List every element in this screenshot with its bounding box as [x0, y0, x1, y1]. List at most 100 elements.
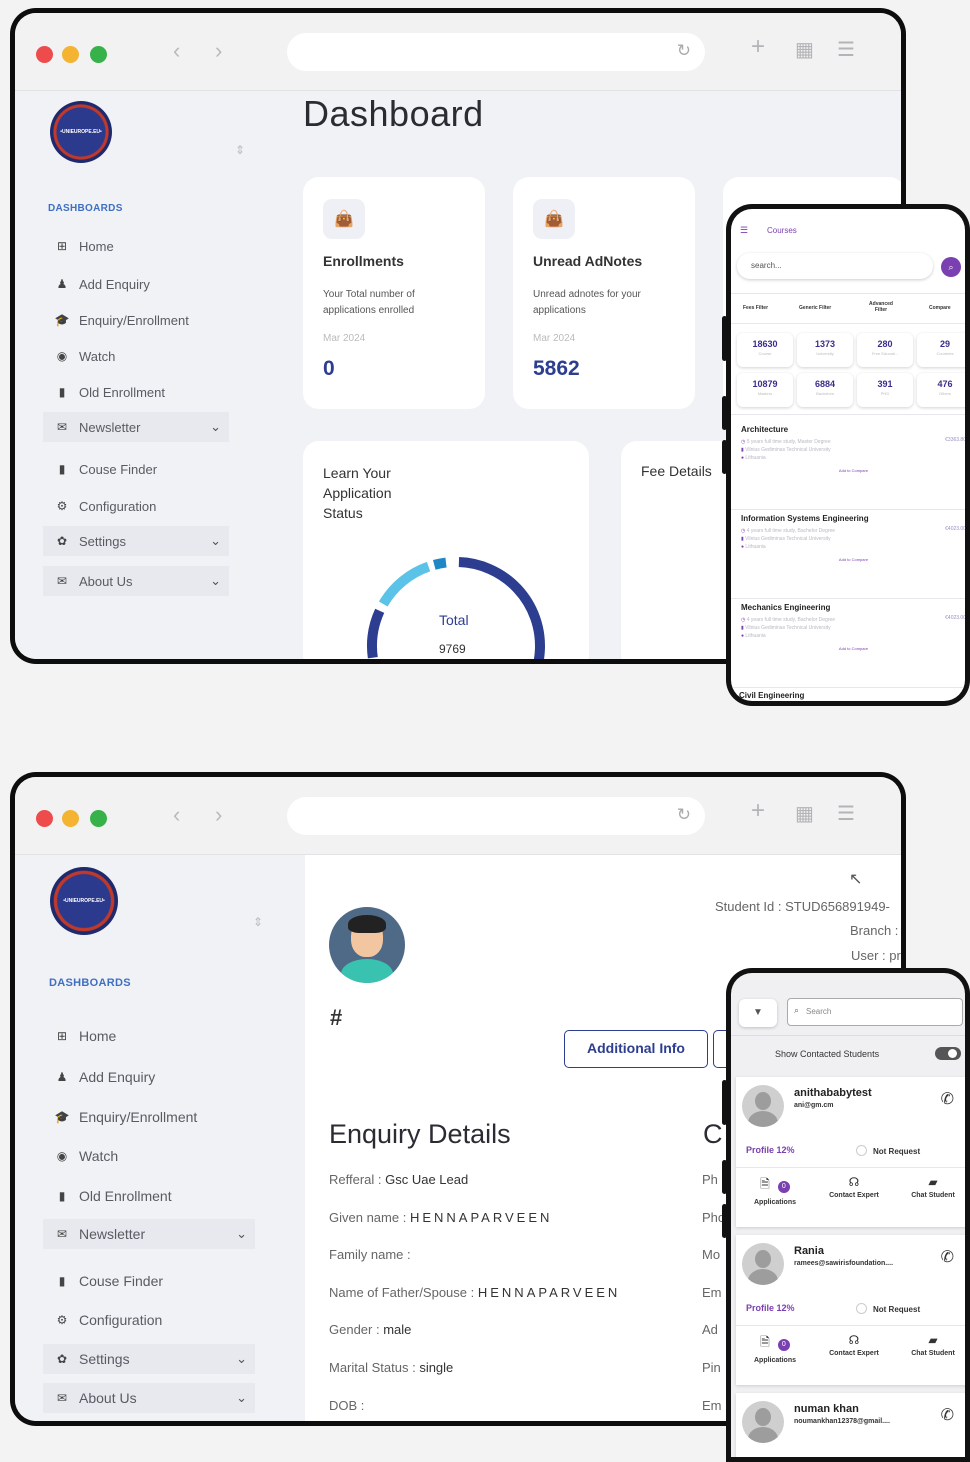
sidebar-item-newsletter[interactable]: ✉ Newsletter ⌄ — [43, 412, 229, 442]
sidebar-item-about-us[interactable]: ✉ About Us ⌄ — [43, 1383, 255, 1413]
contacted-toggle[interactable] — [935, 1047, 961, 1060]
sidebar-item-add-enquiry[interactable]: ♟ Add Enquiry — [43, 269, 229, 299]
address-bar[interactable]: ↻ — [287, 797, 705, 835]
browser-toolbar: ‹ › ↻ + ▦ ☰ — [15, 777, 901, 855]
reload-icon[interactable]: ↻ — [677, 805, 691, 825]
graduation-cap-icon: 🎓 — [54, 313, 70, 327]
menu-icon[interactable]: ☰ — [837, 801, 855, 826]
stat-tile[interactable]: 1373 University — [797, 333, 853, 367]
sidebar-item-watch[interactable]: ◉ Watch — [43, 341, 229, 371]
sidebar-item-old-enrollment[interactable]: ▮ Old Enrollment — [43, 1181, 255, 1211]
additional-info-button[interactable]: Additional Info — [564, 1030, 708, 1068]
address-bar[interactable]: ↻ — [287, 33, 705, 71]
forward-arrow-icon[interactable]: › — [215, 802, 222, 828]
search-input[interactable]: search... — [737, 253, 933, 279]
sidebar-item-about-us[interactable]: ✉ About Us ⌄ — [43, 566, 229, 596]
sidebar-item-settings[interactable]: ✿ Settings ⌄ — [43, 526, 229, 556]
enquiry-field: Gender : male — [329, 1322, 411, 1337]
filter-advanced[interactable]: Advanced Filter — [864, 301, 898, 313]
new-tab-icon[interactable]: + — [751, 33, 765, 61]
chevron-down-icon[interactable]: ⌄ — [236, 1226, 247, 1242]
sidebar-item-add-enquiry[interactable]: ♟ Add Enquiry — [43, 1062, 255, 1092]
action-applications[interactable]: 🗎 0 Applications — [740, 1175, 810, 1206]
chevron-down-icon[interactable]: ⌄ — [210, 573, 221, 589]
sidebar-item-configuration[interactable]: ⚙ Configuration — [43, 491, 229, 521]
request-status[interactable]: Not Request — [856, 1145, 920, 1156]
filter-compare[interactable]: Compare — [929, 305, 951, 311]
course-item[interactable]: Architecture ◷ 5 years full time study, … — [741, 425, 965, 473]
search-input[interactable]: ⌕ Search — [787, 998, 963, 1026]
action-chat-student[interactable]: ▰ Chat Student — [898, 1333, 965, 1357]
new-tab-icon[interactable]: + — [751, 797, 765, 825]
enquiry-field: Refferal : Gsc Uae Lead — [329, 1172, 468, 1187]
chevron-down-icon[interactable]: ⌄ — [236, 1351, 247, 1367]
logo: •UNIEUROPE.EU• — [50, 101, 112, 163]
back-arrow-icon[interactable]: ‹ — [173, 38, 180, 64]
sidebar-item-newsletter[interactable]: ✉ Newsletter ⌄ — [43, 1219, 255, 1249]
sidebar-item-label: Couse Finder — [79, 1273, 164, 1289]
unread-adnotes-card[interactable]: 👜 Unread AdNotes Unread adnotes for your… — [513, 177, 695, 409]
menu-icon[interactable]: ☰ — [837, 37, 855, 62]
request-status[interactable]: Not Request — [856, 1303, 920, 1314]
phone-icon[interactable]: ✆ — [941, 1405, 954, 1425]
collapse-icon[interactable]: ⇕ — [253, 915, 263, 929]
course-item[interactable]: Information Systems Engineering ◷ 4 year… — [741, 514, 965, 562]
filter-fees[interactable]: Fees Filter — [743, 305, 768, 311]
action-contact-expert[interactable]: ☊ Contact Expert — [819, 1175, 889, 1199]
student-card[interactable]: numan khan noumankhan12378@gmail.... ✆ — [736, 1393, 965, 1457]
phone-icon[interactable]: ✆ — [941, 1089, 954, 1109]
grid-icon[interactable]: ▦ — [795, 37, 814, 62]
stat-tile[interactable]: 29 Countries — [917, 333, 965, 367]
stat-tile[interactable]: 6884 Bachelors — [797, 373, 853, 407]
sidebar-item-enquiry-enrollment[interactable]: 🎓 Enquiry/Enrollment — [43, 305, 229, 335]
chevron-down-icon[interactable]: ⌄ — [210, 533, 221, 549]
chevron-down-icon[interactable]: ⌄ — [210, 419, 221, 435]
application-status-card[interactable]: Learn Your Application Status Total 9769 — [303, 441, 589, 659]
add-to-compare-link[interactable]: Add to Compare — [741, 468, 965, 473]
close-window-dot[interactable] — [36, 810, 53, 827]
reload-icon[interactable]: ↻ — [677, 41, 691, 61]
add-to-compare-link[interactable]: Add to Compare — [741, 557, 965, 562]
enrollments-card[interactable]: 👜 Enrollments Your Total number of appli… — [303, 177, 485, 409]
back-arrow-icon[interactable]: ‹ — [173, 802, 180, 828]
search-button[interactable]: ⌕ — [941, 257, 961, 277]
forward-arrow-icon[interactable]: › — [215, 38, 222, 64]
menu-icon[interactable]: ☰ — [740, 225, 748, 236]
action-applications[interactable]: 🗎 0 Applications — [740, 1333, 810, 1364]
grid-icon[interactable]: ▦ — [795, 801, 814, 826]
add-to-compare-link[interactable]: Add to Compare — [741, 646, 965, 651]
sidebar-item-configuration[interactable]: ⚙ Configuration — [43, 1305, 255, 1335]
collapse-icon[interactable]: ⇕ — [235, 143, 245, 157]
maximize-window-dot[interactable] — [90, 46, 107, 63]
expand-arrow-icon[interactable]: ↖ — [849, 869, 862, 889]
stat-tile[interactable]: 10879 Masters — [737, 373, 793, 407]
chevron-down-icon[interactable]: ⌄ — [236, 1390, 247, 1406]
action-chat-student[interactable]: ▰ Chat Student — [898, 1175, 965, 1199]
sidebar-item-home[interactable]: ⊞ Home — [43, 231, 229, 261]
sidebar-item-couse-finder[interactable]: ▮ Couse Finder — [43, 454, 229, 484]
sidebar-item-enquiry-enrollment[interactable]: 🎓 Enquiry/Enrollment — [43, 1102, 255, 1132]
action-contact-expert[interactable]: ☊ Contact Expert — [819, 1333, 889, 1357]
sidebar-item-watch[interactable]: ◉ Watch — [43, 1141, 255, 1171]
stat-tile[interactable]: 280 Free Educati... — [857, 333, 913, 367]
minimize-window-dot[interactable] — [62, 810, 79, 827]
sidebar-item-label: Enquiry/Enrollment — [79, 1109, 198, 1125]
stat-tile[interactable]: 18630 Course — [737, 333, 793, 367]
student-card[interactable]: anithababytest ani@gm.cm ✆ Profile 12% No… — [736, 1077, 965, 1227]
filter-generic[interactable]: Generic Filter — [799, 305, 831, 311]
sidebar-item-home[interactable]: ⊞ Home — [43, 1021, 255, 1051]
phone-icon[interactable]: ✆ — [941, 1247, 954, 1267]
maximize-window-dot[interactable] — [90, 810, 107, 827]
course-item[interactable]: Mechanics Engineering ◷ 4 years full tim… — [741, 603, 965, 651]
stat-tile[interactable]: 476 Others — [917, 373, 965, 407]
next-course-name[interactable]: Civil Engineering — [739, 691, 804, 700]
student-card[interactable]: Rania ramees@sawirisfoundation.... ✆ Prof… — [736, 1235, 965, 1385]
filter-button[interactable]: ▼ — [739, 999, 777, 1027]
sidebar-item-settings[interactable]: ✿ Settings ⌄ — [43, 1344, 255, 1374]
sidebar-item-old-enrollment[interactable]: ▮ Old Enrollment — [43, 377, 229, 407]
stat-tile[interactable]: 391 PHD — [857, 373, 913, 407]
minimize-window-dot[interactable] — [62, 46, 79, 63]
sidebar-item-couse-finder[interactable]: ▮ Couse Finder — [43, 1266, 255, 1296]
sidebar-item-label: Configuration — [79, 498, 157, 514]
close-window-dot[interactable] — [36, 46, 53, 63]
